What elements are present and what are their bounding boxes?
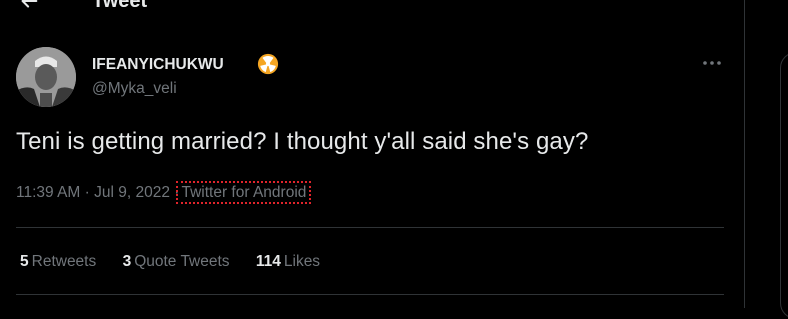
tweet-date[interactable]: Jul 9, 2022	[94, 184, 170, 201]
quote-tweets-stat[interactable]: 3 Quote Tweets	[123, 253, 230, 271]
likes-label: Likes	[283, 253, 321, 270]
page-title: Tweet	[92, 0, 148, 12]
column-divider	[744, 0, 745, 308]
author-name[interactable]: IFEANYICHUKWU	[92, 56, 224, 74]
tweet-time[interactable]: 11:39 AM	[16, 184, 80, 201]
quote-tweets-label: Quote Tweets	[134, 253, 230, 270]
tweet-meta: 11:39 AM · Jul 9, 2022 · Twitter for Andr…	[16, 181, 312, 204]
meta-separator: ·	[84, 184, 90, 201]
likes-count: 114	[255, 253, 281, 270]
top-bar: Tweet	[0, 0, 744, 20]
retweets-count: 5	[20, 253, 29, 270]
author-handle[interactable]: @Myka_veli	[92, 80, 177, 98]
back-arrow-icon[interactable]	[18, 0, 40, 12]
sidebar-panel-edge	[780, 52, 788, 319]
retweets-label: Retweets	[31, 253, 97, 270]
quote-tweets-count: 3	[122, 253, 132, 270]
avatar-image	[16, 47, 76, 107]
avatar[interactable]	[16, 47, 76, 107]
tweet-source[interactable]: Twitter for Android	[176, 181, 312, 204]
likes-stat[interactable]: 114 Likes	[256, 253, 320, 271]
divider	[16, 294, 724, 295]
retweets-stat[interactable]: 5 Retweets	[20, 253, 96, 271]
more-horizontal-icon[interactable]	[700, 56, 724, 70]
radioactive-icon	[257, 53, 279, 75]
tweet-stats: 5 Retweets 3 Quote Tweets 114 Likes	[20, 253, 342, 271]
tweet-text: Teni is getting married? I thought y'all…	[16, 128, 589, 155]
divider	[16, 227, 724, 228]
